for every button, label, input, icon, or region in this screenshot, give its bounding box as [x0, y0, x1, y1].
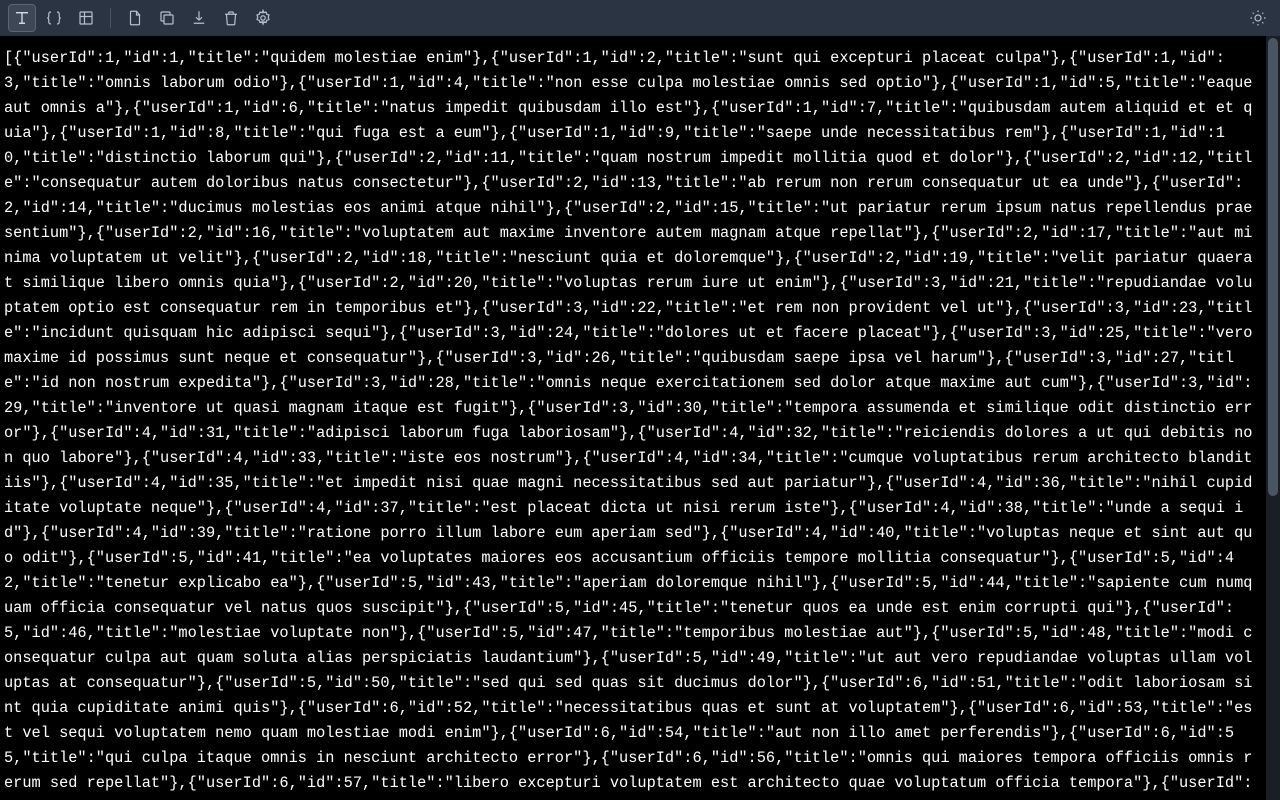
vertical-scrollbar[interactable]	[1266, 36, 1280, 800]
toolbar-left-group	[8, 4, 277, 32]
braces-view-button[interactable]	[40, 4, 68, 32]
delete-button[interactable]	[217, 4, 245, 32]
copy-button[interactable]	[153, 4, 181, 32]
table-view-button[interactable]	[72, 4, 100, 32]
toolbar-right-group	[1244, 4, 1272, 32]
toolbar-separator	[110, 8, 111, 28]
settings-button[interactable]	[249, 4, 277, 32]
table-icon	[77, 9, 95, 27]
download-button[interactable]	[185, 4, 213, 32]
json-text-view[interactable]: [{"userId":1,"id":1,"title":"quidem mole…	[0, 36, 1266, 800]
gear-icon	[254, 9, 272, 27]
toolbar	[0, 0, 1280, 36]
braces-icon	[45, 9, 63, 27]
theme-toggle-button[interactable]	[1244, 4, 1272, 32]
sun-icon	[1249, 9, 1267, 27]
text-view-button[interactable]	[8, 4, 36, 32]
copy-icon	[158, 9, 176, 27]
content-wrapper: [{"userId":1,"id":1,"title":"quidem mole…	[0, 36, 1280, 800]
download-icon	[190, 9, 208, 27]
text-icon	[13, 9, 31, 27]
file-icon	[126, 9, 144, 27]
scrollbar-thumb[interactable]	[1268, 38, 1278, 496]
new-document-button[interactable]	[121, 4, 149, 32]
trash-icon	[222, 9, 240, 27]
